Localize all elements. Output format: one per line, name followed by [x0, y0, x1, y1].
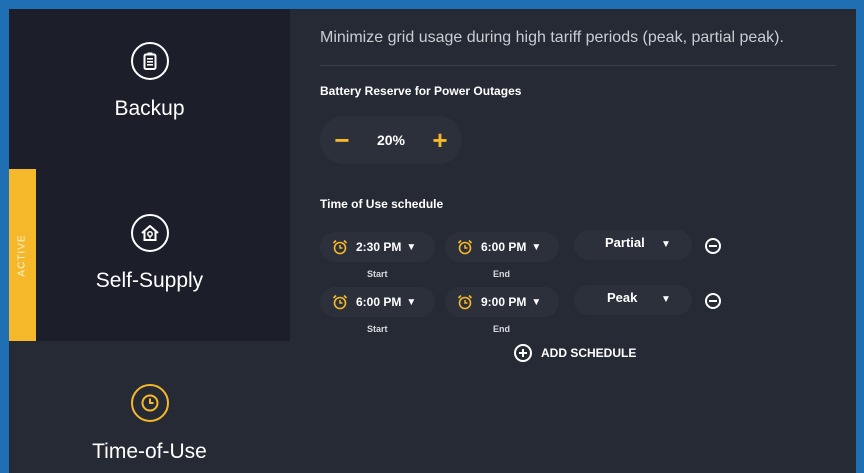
- divider: [320, 65, 836, 66]
- schedule-start-time[interactable]: 6:00 PM ▼: [320, 287, 435, 317]
- app-frame: Backup ACTIVE Self-Supply Time-of-Use Mi…: [9, 9, 856, 473]
- reserve-decrement-button[interactable]: −: [320, 116, 364, 164]
- caret-down-icon: ▼: [406, 241, 417, 253]
- add-schedule-label: ADD SCHEDULE: [541, 346, 637, 360]
- remove-schedule-button[interactable]: [705, 293, 721, 309]
- schedule-end-time[interactable]: 6:00 PM ▼: [445, 232, 559, 262]
- end-label: End: [493, 269, 510, 279]
- remove-schedule-button[interactable]: [705, 238, 721, 254]
- end-time-value: 6:00 PM: [481, 240, 527, 254]
- mode-self-supply-label: Self-Supply: [95, 269, 204, 292]
- schedule-end-time[interactable]: 9:00 PM ▼: [445, 287, 559, 317]
- alarm-clock-icon: [457, 239, 473, 255]
- home-plug-icon: [130, 214, 169, 252]
- alarm-clock-icon: [457, 294, 473, 310]
- caret-down-icon: ▼: [406, 296, 417, 308]
- end-time-value: 9:00 PM: [481, 295, 527, 309]
- add-circle-icon: [514, 344, 532, 362]
- reserve-value: 20%: [376, 132, 406, 148]
- schedule-title: Time of Use schedule: [320, 197, 444, 211]
- mode-backup-label: Backup: [114, 97, 185, 120]
- mode-time-of-use[interactable]: Time-of-Use: [9, 341, 290, 473]
- caret-down-icon: ▼: [531, 241, 542, 253]
- period-value: Partial: [605, 235, 645, 250]
- start-label: Start: [367, 324, 388, 334]
- active-indicator: ACTIVE: [9, 169, 36, 341]
- period-value: Peak: [607, 290, 638, 305]
- add-schedule-button[interactable]: ADD SCHEDULE: [514, 344, 636, 362]
- caret-down-icon: ▼: [661, 239, 671, 250]
- mode-self-supply[interactable]: ACTIVE Self-Supply: [9, 169, 290, 341]
- mode-time-of-use-label: Time-of-Use: [92, 440, 207, 463]
- active-badge: ACTIVE: [17, 233, 28, 277]
- mode-backup[interactable]: Backup: [9, 9, 290, 169]
- mode-sidebar: Backup ACTIVE Self-Supply Time-of-Use: [9, 9, 290, 473]
- start-time-value: 2:30 PM: [356, 240, 402, 254]
- mode-details: Minimize grid usage during high tariff p…: [290, 9, 856, 473]
- clock-icon: [130, 384, 169, 422]
- alarm-clock-icon: [332, 239, 348, 255]
- schedule-period-select[interactable]: Partial ▼: [574, 230, 692, 260]
- battery-icon: [130, 42, 169, 80]
- caret-down-icon: ▼: [661, 294, 671, 305]
- mode-description: Minimize grid usage during high tariff p…: [320, 29, 784, 46]
- start-label: Start: [367, 269, 388, 279]
- alarm-clock-icon: [332, 294, 348, 310]
- reserve-stepper: − 20% +: [320, 116, 462, 164]
- schedule-start-time[interactable]: 2:30 PM ▼: [320, 232, 435, 262]
- end-label: End: [493, 324, 510, 334]
- start-time-value: 6:00 PM: [356, 295, 402, 309]
- caret-down-icon: ▼: [531, 296, 542, 308]
- reserve-increment-button[interactable]: +: [418, 116, 462, 164]
- schedule-period-select[interactable]: Peak ▼: [574, 285, 692, 315]
- reserve-title: Battery Reserve for Power Outages: [320, 84, 522, 98]
